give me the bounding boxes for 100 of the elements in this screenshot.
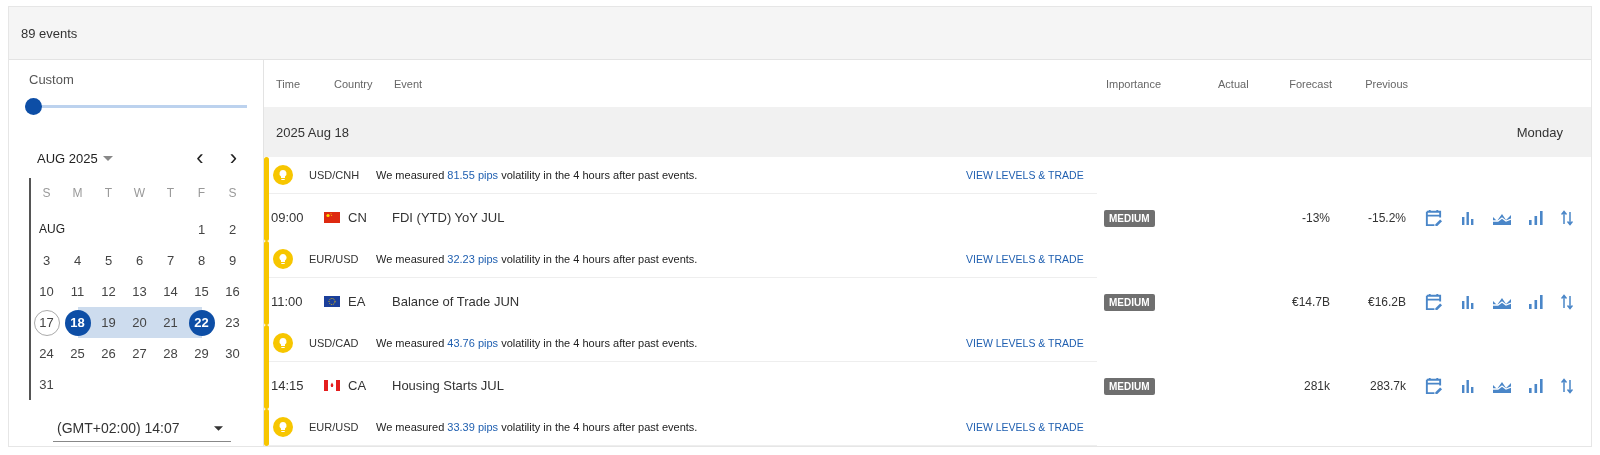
events-count: 89 events [21, 25, 78, 41]
weekday-label: S [227, 185, 238, 202]
volatility-message: We measured 43.76 pips volatility in the 4 hours after past events. [376, 337, 699, 349]
calendar-day[interactable]: 1 [188, 216, 215, 243]
timezone-dropdown[interactable]: (GMT+02:00) 14:07 [53, 416, 231, 442]
column-header: Actual [1218, 77, 1250, 90]
column-header: Forecast [1288, 77, 1332, 90]
calendar-day[interactable]: 30 [219, 340, 246, 367]
currency-pair: USD/CNH [308, 169, 361, 181]
sort-arrows-icon[interactable] [1561, 209, 1573, 226]
event-time: 11:00 [271, 294, 304, 309]
calendar-edit-icon[interactable] [1424, 208, 1443, 227]
importance-badge: MEDIUM [1104, 210, 1155, 227]
view-levels-link[interactable]: VIEW LEVELS & TRADE [966, 253, 1097, 265]
column-header: Importance [1106, 77, 1163, 90]
calendar-day[interactable]: 24 [33, 340, 60, 367]
country-code: EA [348, 294, 366, 309]
event-name[interactable]: Balance of Trade JUN [392, 294, 520, 309]
calendar-day[interactable]: 23 [219, 309, 246, 336]
caret-icon [102, 155, 113, 161]
calendar-day[interactable]: 19 [95, 309, 122, 336]
signal-bars-icon[interactable] [1529, 378, 1543, 393]
column-header: Event [394, 77, 424, 90]
sort-arrows-icon[interactable] [1561, 293, 1573, 310]
importance-badge: MEDIUM [1104, 294, 1155, 311]
signal-bars-icon[interactable] [1529, 210, 1543, 225]
importance-badge: MEDIUM [1104, 378, 1155, 395]
calendar-day[interactable]: 12 [95, 278, 122, 305]
calendar-edit-icon[interactable] [1424, 376, 1443, 395]
event-time: 14:15 [271, 378, 305, 393]
currency-pair: EUR/USD [308, 421, 360, 433]
slider-thumb[interactable] [25, 98, 42, 115]
event-name[interactable]: FDI (YTD) YoY JUL [392, 210, 505, 225]
event-time: 09:00 [271, 210, 305, 225]
currency-pair: USD/CAD [308, 337, 360, 349]
weekday-label: W [132, 185, 147, 202]
calendar-day[interactable]: 26 [95, 340, 122, 367]
view-levels-link[interactable]: VIEW LEVELS & TRADE [966, 169, 1097, 181]
calendar-day[interactable]: 4 [64, 247, 91, 274]
range-slider[interactable] [25, 98, 247, 116]
country-code: CA [348, 378, 367, 393]
column-header: Time [276, 77, 302, 90]
volatility-message: We measured 32.23 pips volatility in the 4 hours after past events. [376, 253, 699, 265]
bar-chart-icon[interactable] [1461, 294, 1475, 309]
weekday-label: F [196, 185, 207, 202]
weekday-label: M [71, 185, 84, 202]
previous-month-button[interactable]: ‹ [188, 150, 212, 166]
calendar-day[interactable]: 5 [95, 247, 122, 274]
currency-pair: EUR/USD [308, 253, 360, 265]
weekday-label: S [41, 185, 52, 202]
calendar-day[interactable]: 8 [188, 247, 215, 274]
calendar-day[interactable]: 13 [126, 278, 153, 305]
calendar-day[interactable]: 22 [188, 309, 215, 336]
calendar-day[interactable]: 15 [188, 278, 215, 305]
calendar-day[interactable]: 2 [219, 216, 246, 243]
event-name[interactable]: Housing Starts JUL [392, 378, 504, 393]
range-label: Custom [29, 72, 75, 87]
calendar-edit-icon[interactable] [1424, 292, 1443, 311]
month-label: AUG [38, 221, 66, 238]
weekday-label: Monday [1516, 124, 1563, 140]
calendar-day[interactable]: 31 [33, 371, 60, 398]
bar-chart-icon[interactable] [1461, 210, 1475, 225]
calendar-day[interactable]: 21 [157, 309, 184, 336]
calendar-day[interactable]: 6 [126, 247, 153, 274]
month-dropdown[interactable]: AUG 2025 [37, 150, 113, 166]
lightbulb-icon [273, 165, 293, 185]
view-levels-link[interactable]: VIEW LEVELS & TRADE [966, 421, 1097, 433]
forecast-value: -13% [1302, 210, 1330, 225]
calendar-day[interactable]: 10 [33, 278, 60, 305]
calendar-day[interactable]: 18 [64, 309, 91, 336]
sort-arrows-icon[interactable] [1561, 377, 1573, 394]
flag-icon [324, 212, 340, 223]
next-month-button[interactable]: › [221, 150, 245, 166]
calendar-day[interactable]: 3 [33, 247, 60, 274]
date-label: 2025 Aug 18 [276, 124, 350, 140]
lightbulb-icon [273, 417, 293, 437]
previous-value: €16.2B [1367, 294, 1406, 309]
caret-icon [214, 425, 223, 431]
lightbulb-icon [273, 333, 293, 353]
volatility-message: We measured 81.55 pips volatility in the 4 hours after past events. [376, 169, 699, 181]
calendar-day[interactable]: 14 [157, 278, 184, 305]
previous-value: 283.7k [1369, 378, 1406, 393]
forecast-value: 281k [1303, 378, 1330, 393]
weekday-label: T [103, 185, 114, 202]
calendar-day[interactable]: 16 [219, 278, 246, 305]
signal-bars-icon[interactable] [1529, 294, 1543, 309]
bar-chart-icon[interactable] [1461, 378, 1475, 393]
view-levels-link[interactable]: VIEW LEVELS & TRADE [966, 337, 1097, 349]
calendar-day[interactable]: 20 [126, 309, 153, 336]
calendar-day[interactable]: 29 [188, 340, 215, 367]
previous-value: -15.2% [1367, 210, 1406, 225]
calendar-day[interactable]: 25 [64, 340, 91, 367]
calendar-day[interactable]: 7 [157, 247, 184, 274]
calendar-day[interactable]: 9 [219, 247, 246, 274]
flag-icon [324, 380, 340, 391]
lightbulb-icon [273, 249, 293, 269]
calendar-day[interactable]: 27 [126, 340, 153, 367]
calendar-day[interactable]: 11 [64, 278, 91, 305]
calendar-day[interactable]: 28 [157, 340, 184, 367]
weekday-label: T [165, 185, 176, 202]
